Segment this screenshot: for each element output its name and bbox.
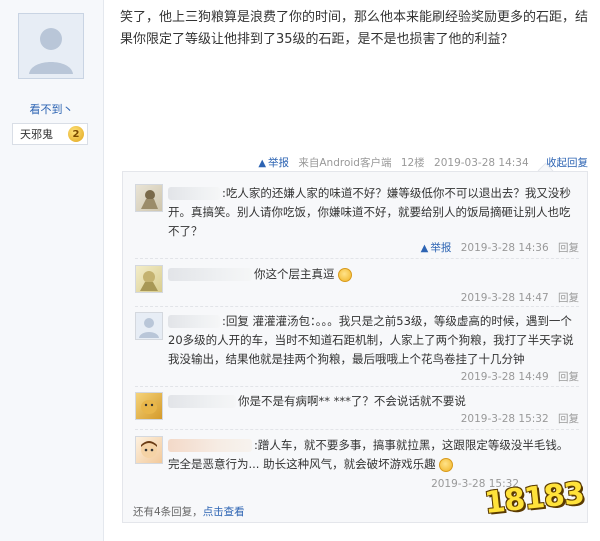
report-icon[interactable]: ▲ xyxy=(258,158,266,169)
user-column: 看不到丶 天邪鬼 2 xyxy=(0,0,104,541)
reply-time: 2019-3-28 14:36 xyxy=(460,242,549,254)
cartoon-avatar-icon xyxy=(141,441,157,458)
reply-text: 你是不是有病啊** ***了？不会说话就不要说 xyxy=(238,394,466,408)
reply-time: 2019-3-28 14:47 xyxy=(460,292,549,304)
default-avatar-icon xyxy=(139,318,159,338)
poster-username[interactable]: 看不到丶 xyxy=(0,101,103,117)
reply-avatar[interactable] xyxy=(135,312,163,340)
reply-username-blurred[interactable] xyxy=(168,315,220,328)
reply-meta: 2019-3-28 15:32 回复 xyxy=(455,411,579,426)
reply-username-blurred[interactable] xyxy=(168,268,252,281)
reply-button[interactable]: 回复 xyxy=(558,371,579,383)
reply-button[interactable]: 回复 xyxy=(558,242,579,254)
reply-time: 2019-3-28 14:49 xyxy=(460,371,549,383)
reply-username-blurred[interactable] xyxy=(168,395,236,408)
reply-username-blurred[interactable] xyxy=(168,187,220,200)
reply-divider xyxy=(135,258,579,259)
reply-avatar[interactable] xyxy=(135,436,163,464)
post-content: 笑了，他上三狗粮算是浪费了你的时间，那么他本来能刷经验奖励更多的石距，结果你限定… xyxy=(120,10,589,47)
reply-avatar[interactable] xyxy=(135,392,163,420)
post-floor: 12楼 xyxy=(400,157,425,169)
reply-avatar[interactable] xyxy=(135,184,163,212)
level-name: 天邪鬼 xyxy=(20,128,53,141)
report-icon[interactable]: ▲ xyxy=(421,243,429,254)
post-time: 2019-03-28 14:34 xyxy=(434,157,529,169)
reply-report-link[interactable]: 举报 xyxy=(430,242,451,254)
reply-time: 2019-3-28 15:32 xyxy=(460,413,549,425)
reply-username-blurred[interactable] xyxy=(168,439,252,452)
reply-text: :吃人家的还嫌人家的味道不好？嫌等级低你不可以退出去？我又没秒开。真搞笑。别人请… xyxy=(168,186,571,238)
reply-divider xyxy=(135,429,579,430)
reply-button[interactable]: 回复 xyxy=(558,413,579,425)
smile-emoji-icon xyxy=(338,267,353,282)
post-source: 来自Android客户端 xyxy=(298,157,392,169)
smile-emoji-icon xyxy=(439,457,454,472)
avatar[interactable] xyxy=(18,13,84,79)
reply-meta: 2019-3-28 14:49 回复 xyxy=(455,369,579,384)
site-watermark-logo: 18183 xyxy=(482,475,586,521)
view-more-link[interactable]: 点击查看 xyxy=(203,506,245,518)
character-avatar-icon xyxy=(140,271,158,291)
reply-meta: 2019-3-28 14:47 回复 xyxy=(455,290,579,305)
post-meta: ▲ 举报 来自Android客户端 12楼 2019-03-28 14:34 收起… xyxy=(120,155,588,171)
reply-button[interactable]: 回复 xyxy=(558,292,579,304)
level-badge[interactable]: 天邪鬼 2 xyxy=(12,123,88,145)
character-avatar-icon xyxy=(141,190,158,209)
more-replies: 还有4条回复，点击查看 xyxy=(133,504,245,519)
collapse-replies-link[interactable]: 收起回复 xyxy=(546,157,588,169)
reply-divider xyxy=(135,386,579,387)
reply-text: 你这个层主真逗 xyxy=(254,267,335,281)
more-replies-text: 还有4条回复， xyxy=(133,506,203,518)
reply-divider xyxy=(135,306,579,307)
report-link[interactable]: 举报 xyxy=(268,157,289,169)
reply-meta: ▲ 举报 2019-3-28 14:36 回复 xyxy=(415,240,579,255)
reply-avatar[interactable] xyxy=(135,265,163,293)
reply-text: :回复 灌灌灌汤包：。。。我只是之前53级，等级虚高的时候，遇到一个20多级的人… xyxy=(168,314,574,366)
doge-avatar-icon xyxy=(141,400,157,414)
level-number-icon: 2 xyxy=(68,126,84,142)
default-avatar-icon xyxy=(19,14,83,78)
